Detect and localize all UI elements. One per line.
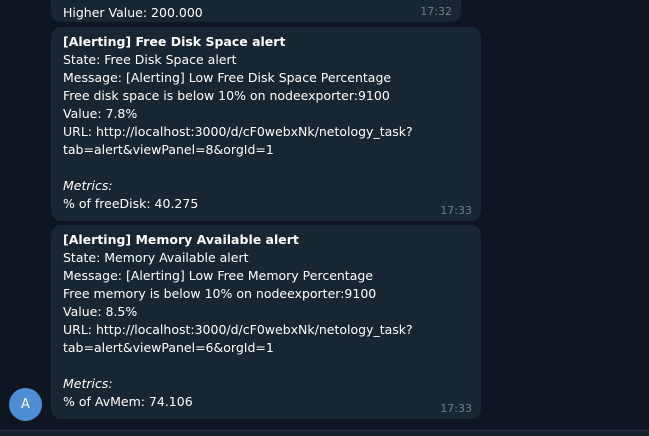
metrics-label: Metrics: [63, 376, 113, 391]
message-bubble[interactable]: [Alerting] Free Disk Space alert State: … [51, 27, 481, 221]
message-line: Free memory is below 10% on nodeexporter… [63, 286, 377, 301]
metrics-label: Metrics: [63, 178, 113, 193]
message-line: Value: 8.5% [63, 304, 138, 319]
metric-value: % of freeDisk: 40.275 [63, 196, 199, 211]
alert-title: [Alerting] Memory Available alert [63, 232, 299, 247]
bottom-bar [0, 430, 649, 436]
avatar[interactable]: A [9, 388, 42, 421]
message-line: Message: [Alerting] Low Free Disk Space … [63, 70, 392, 85]
alert-url-link[interactable]: tab=alert&viewPanel=6&orgId=1 [63, 339, 467, 357]
metric-value: % of AvMem: 74.106 [63, 394, 193, 409]
alert-url-link[interactable]: URL: http://localhost:3000/d/cF0webxNk/n… [63, 123, 467, 141]
message-time: 17:32 [420, 5, 452, 18]
message-bubble[interactable]: [Alerting] Memory Available alert State:… [51, 225, 481, 419]
message-time: 17:33 [440, 204, 472, 217]
message-line: State: Memory Available alert [63, 250, 249, 265]
message-line: State: Free Disk Space alert [63, 52, 237, 67]
alert-url-link[interactable]: URL: http://localhost:3000/d/cF0webxNk/n… [63, 321, 467, 339]
message-bubble[interactable]: Higher Value: 200.000 17:32 [51, 0, 461, 22]
alert-title: [Alerting] Free Disk Space alert [63, 34, 286, 49]
message-line: Message: [Alerting] Low Free Memory Perc… [63, 268, 373, 283]
message-line: Higher Value: 200.000 [63, 5, 203, 20]
message-line: Value: 7.8% [63, 106, 138, 121]
alert-url-link[interactable]: tab=alert&viewPanel=8&orgId=1 [63, 141, 467, 159]
avatar-letter: A [21, 397, 30, 412]
message-line: Free disk space is below 10% on nodeexpo… [63, 88, 390, 103]
message-time: 17:33 [440, 402, 472, 415]
